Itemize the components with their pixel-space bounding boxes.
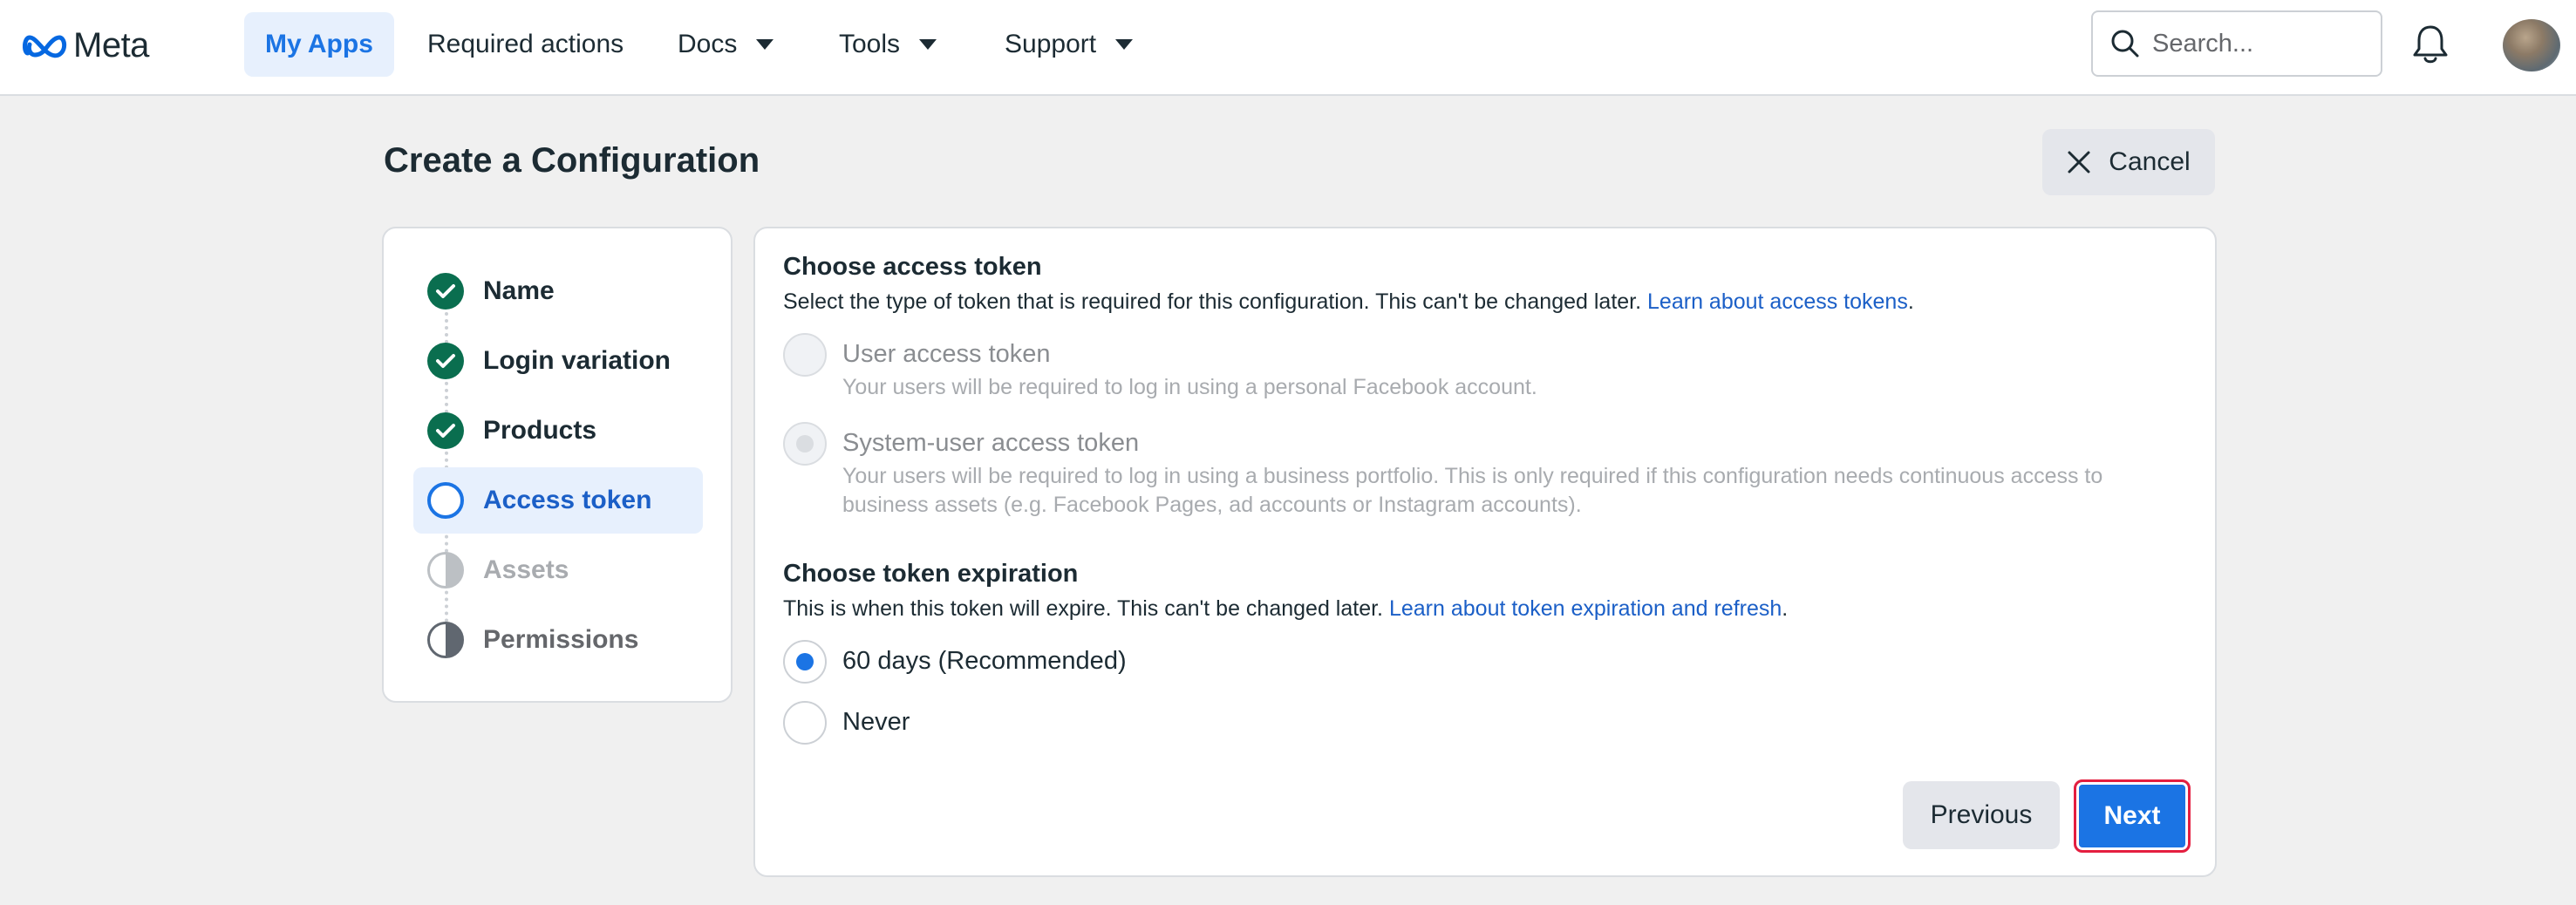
check-icon: [436, 284, 455, 298]
expiration-never-option[interactable]: Never: [783, 701, 910, 745]
access-token-form: Choose access token Select the type of t…: [753, 227, 2217, 877]
caret-down-icon: [919, 39, 937, 50]
step-products[interactable]: Products: [413, 398, 703, 464]
next-button[interactable]: Next: [2074, 779, 2191, 853]
option-label: System-user access token: [842, 429, 1140, 457]
expiration-60-days-option[interactable]: 60 days (Recommended): [783, 640, 1127, 684]
search-input[interactable]: [2152, 29, 2361, 58]
step-label: Access token: [483, 486, 652, 514]
meta-infinity-icon: [23, 35, 67, 58]
step-label: Products: [483, 416, 597, 445]
nav-support[interactable]: Support: [984, 12, 1154, 77]
system-user-access-token-option[interactable]: System-user access token Your users will…: [783, 422, 2116, 520]
nav-tools[interactable]: Tools: [818, 12, 957, 77]
nav-docs[interactable]: Docs: [657, 12, 794, 77]
period: .: [1782, 596, 1789, 621]
nav-my-apps-label: My Apps: [265, 30, 373, 58]
step-name[interactable]: Name: [413, 258, 703, 324]
step-permissions[interactable]: Permissions: [413, 607, 703, 673]
user-access-token-option[interactable]: User access token Your users will be req…: [783, 333, 2116, 402]
step-pending-half-circle-icon: [427, 552, 464, 589]
step-complete-icon: [427, 412, 464, 449]
step-label: Assets: [483, 555, 569, 584]
caret-down-icon: [1115, 39, 1134, 50]
token-expiration-section-title: Choose token expiration: [783, 560, 1079, 588]
step-current-ring-icon: [427, 482, 464, 519]
close-icon: [2068, 151, 2090, 174]
option-label: Never: [842, 708, 910, 736]
option-label: User access token: [842, 340, 1051, 368]
expiration-never-radio[interactable]: [783, 701, 827, 745]
access-token-description: Select the type of token that is require…: [783, 289, 1914, 315]
cancel-button-label: Cancel: [2109, 147, 2191, 176]
system-user-access-token-radio[interactable]: [783, 422, 827, 466]
nav-required-actions[interactable]: Required actions: [406, 12, 644, 77]
top-navigation-bar: Meta My Apps Required actions Docs Tools…: [0, 0, 2576, 96]
caret-down-icon: [756, 39, 774, 50]
option-description: Your users will be required to log in us…: [842, 375, 1537, 399]
nav-required-actions-label: Required actions: [427, 30, 624, 58]
step-access-token[interactable]: Access token: [413, 467, 703, 534]
notification-bell-icon[interactable]: [2410, 23, 2450, 66]
page-title: Create a Configuration: [384, 141, 760, 180]
step-complete-icon: [427, 343, 464, 379]
step-login-variation[interactable]: Login variation: [413, 328, 703, 394]
learn-about-access-tokens-link[interactable]: Learn about access tokens: [1647, 289, 1908, 314]
configuration-stepper: Name Login variation Products Access tok…: [382, 227, 733, 703]
step-assets[interactable]: Assets: [413, 537, 703, 603]
nav-docs-label: Docs: [678, 30, 738, 58]
option-label: 60 days (Recommended): [842, 647, 1127, 675]
search-box[interactable]: [2091, 10, 2382, 77]
access-token-description-text: Select the type of token that is require…: [783, 289, 1642, 314]
token-expiration-description: This is when this token will expire. Thi…: [783, 596, 1788, 622]
cancel-button[interactable]: Cancel: [2042, 129, 2215, 195]
learn-about-token-expiration-link[interactable]: Learn about token expiration and refresh: [1389, 596, 1782, 621]
user-access-token-radio[interactable]: [783, 333, 827, 377]
nav-my-apps[interactable]: My Apps: [244, 12, 394, 77]
user-avatar[interactable]: [2503, 19, 2560, 71]
step-pending-half-circle-icon: [427, 622, 464, 658]
step-label: Name: [483, 276, 555, 305]
step-complete-icon: [427, 273, 464, 310]
brand-name: Meta: [73, 25, 149, 65]
option-description: Your users will be required to log in us…: [842, 464, 2103, 517]
check-icon: [436, 354, 455, 368]
access-token-section-title: Choose access token: [783, 253, 1042, 281]
nav-support-label: Support: [1005, 30, 1097, 58]
meta-logo[interactable]: Meta: [23, 26, 149, 65]
check-icon: [436, 424, 455, 438]
previous-button[interactable]: Previous: [1903, 781, 2060, 849]
period: .: [1907, 289, 1914, 314]
nav-tools-label: Tools: [839, 30, 901, 58]
expiration-60-days-radio[interactable]: [783, 640, 827, 684]
step-label: Login variation: [483, 346, 671, 375]
search-icon: [2111, 30, 2139, 58]
token-expiration-description-text: This is when this token will expire. Thi…: [783, 596, 1384, 621]
step-label: Permissions: [483, 625, 639, 654]
